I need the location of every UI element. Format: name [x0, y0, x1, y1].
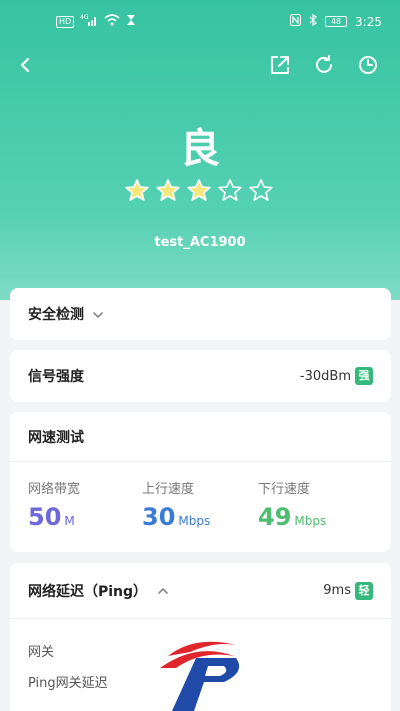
speed-test-title: 网速测试 — [28, 429, 84, 446]
wifi-ssid: test_AC1900 — [154, 235, 246, 250]
battery-icon: 48 — [325, 16, 348, 27]
speed-test-card: 网速测试 网络带宽 50 M 上行速度 30 Mbps 下行速度 49 Mbps — [10, 412, 391, 552]
status-left: HD 4G — [56, 14, 136, 29]
security-check-card[interactable]: 安全检测 — [10, 288, 391, 340]
latency-item-ping-gateway: Ping网关延迟 — [28, 676, 108, 691]
chevron-up-icon[interactable] — [157, 581, 169, 600]
watermark-logo — [150, 632, 242, 711]
speed-test-header: 网速测试 — [10, 412, 391, 462]
metric-unit: Mbps — [294, 514, 327, 528]
latency-value-group: 9ms 轻 — [323, 581, 373, 600]
download-metric: 下行速度 49 Mbps — [258, 478, 326, 531]
latency-title: 网络延迟（Ping） — [28, 583, 148, 600]
wifi-grade: 良 — [180, 126, 220, 172]
latency-badge: 轻 — [355, 581, 373, 600]
bluetooth-icon — [309, 13, 317, 29]
signal-strength-value-group: -30dBm 强 — [300, 367, 373, 385]
bandwidth-metric: 网络带宽 50 M — [28, 478, 80, 531]
metric-unit: Mbps — [178, 514, 211, 528]
signal-strength-value: -30dBm — [299, 368, 351, 384]
history-clock-icon[interactable] — [352, 48, 384, 82]
signal-strength-badge: 强 — [355, 367, 373, 385]
signal-icon: 4G — [80, 14, 98, 29]
back-arrow-icon[interactable] — [10, 48, 42, 82]
metric-label: 下行速度 — [258, 482, 311, 497]
status-right: 48 3:25 — [290, 13, 382, 29]
status-time: 3:25 — [355, 14, 382, 29]
metric-number: 50 — [28, 503, 62, 531]
signal-strength-title: 信号强度 — [28, 369, 84, 385]
metric-value: 50 M — [28, 503, 80, 531]
svg-text:4G: 4G — [80, 14, 89, 21]
star-filled-icon — [124, 178, 150, 206]
star-filled-icon — [155, 178, 181, 206]
metric-value: 49 Mbps — [258, 503, 326, 531]
share-icon[interactable] — [264, 48, 296, 82]
star-empty-icon — [217, 178, 243, 206]
upload-metric: 上行速度 30 Mbps — [142, 478, 210, 531]
top-bar — [0, 48, 400, 82]
latency-header[interactable]: 网络延迟（Ping） 9ms 轻 — [10, 563, 391, 619]
status-bar: HD 4G 48 3:25 — [0, 0, 400, 40]
latency-value: 9ms — [323, 583, 351, 598]
metric-value: 30 Mbps — [142, 503, 210, 531]
metric-number: 49 — [258, 503, 292, 531]
signal-strength-card: 信号强度 -30dBm 强 — [10, 350, 391, 402]
metric-label: 网络带宽 — [28, 482, 81, 497]
wifi-icon — [104, 14, 120, 29]
nfc-icon — [290, 14, 302, 29]
latency-item-gateway: 网关 — [28, 645, 55, 660]
star-rating — [124, 178, 274, 206]
metric-number: 30 — [142, 503, 176, 531]
star-empty-icon — [248, 178, 274, 206]
hourglass-icon — [126, 14, 136, 29]
hd-chip-icon: HD — [56, 15, 75, 28]
chevron-down-icon — [92, 305, 104, 324]
refresh-icon[interactable] — [308, 48, 340, 82]
metric-unit: M — [64, 514, 75, 528]
star-filled-icon — [186, 178, 212, 206]
metric-label: 上行速度 — [142, 482, 195, 497]
security-check-title: 安全检测 — [28, 307, 84, 323]
